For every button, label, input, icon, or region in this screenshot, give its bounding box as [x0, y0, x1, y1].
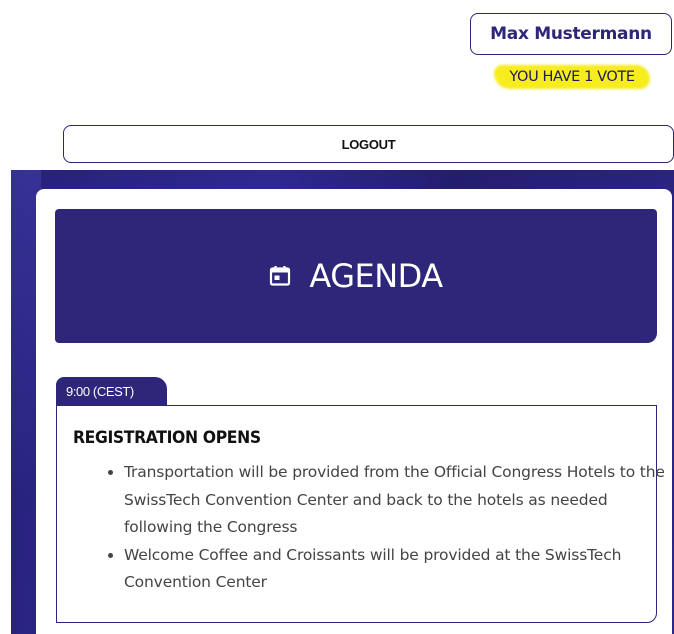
logout-label: LOGOUT: [341, 136, 396, 152]
agenda-header: AGENDA: [55, 209, 657, 343]
session-time: 9:00 (CEST): [66, 383, 134, 399]
logout-button[interactable]: LOGOUT: [63, 125, 674, 163]
vote-count-label: YOU HAVE 1 VOTE: [494, 62, 650, 92]
calendar-icon: [269, 265, 291, 287]
session-details-list: Transportation will be provided from the…: [106, 459, 669, 597]
session-time-badge: 9:00 (CEST): [56, 377, 167, 405]
agenda-title: AGENDA: [309, 257, 443, 295]
list-item: Welcome Coffee and Croissants will be pr…: [124, 542, 669, 597]
user-name-button[interactable]: Max Mustermann: [470, 13, 672, 55]
user-name: Max Mustermann: [490, 24, 652, 44]
list-item: Transportation will be provided from the…: [124, 459, 669, 542]
vote-count-text: YOU HAVE 1 VOTE: [509, 69, 635, 85]
session-title: REGISTRATION OPENS: [73, 428, 261, 448]
